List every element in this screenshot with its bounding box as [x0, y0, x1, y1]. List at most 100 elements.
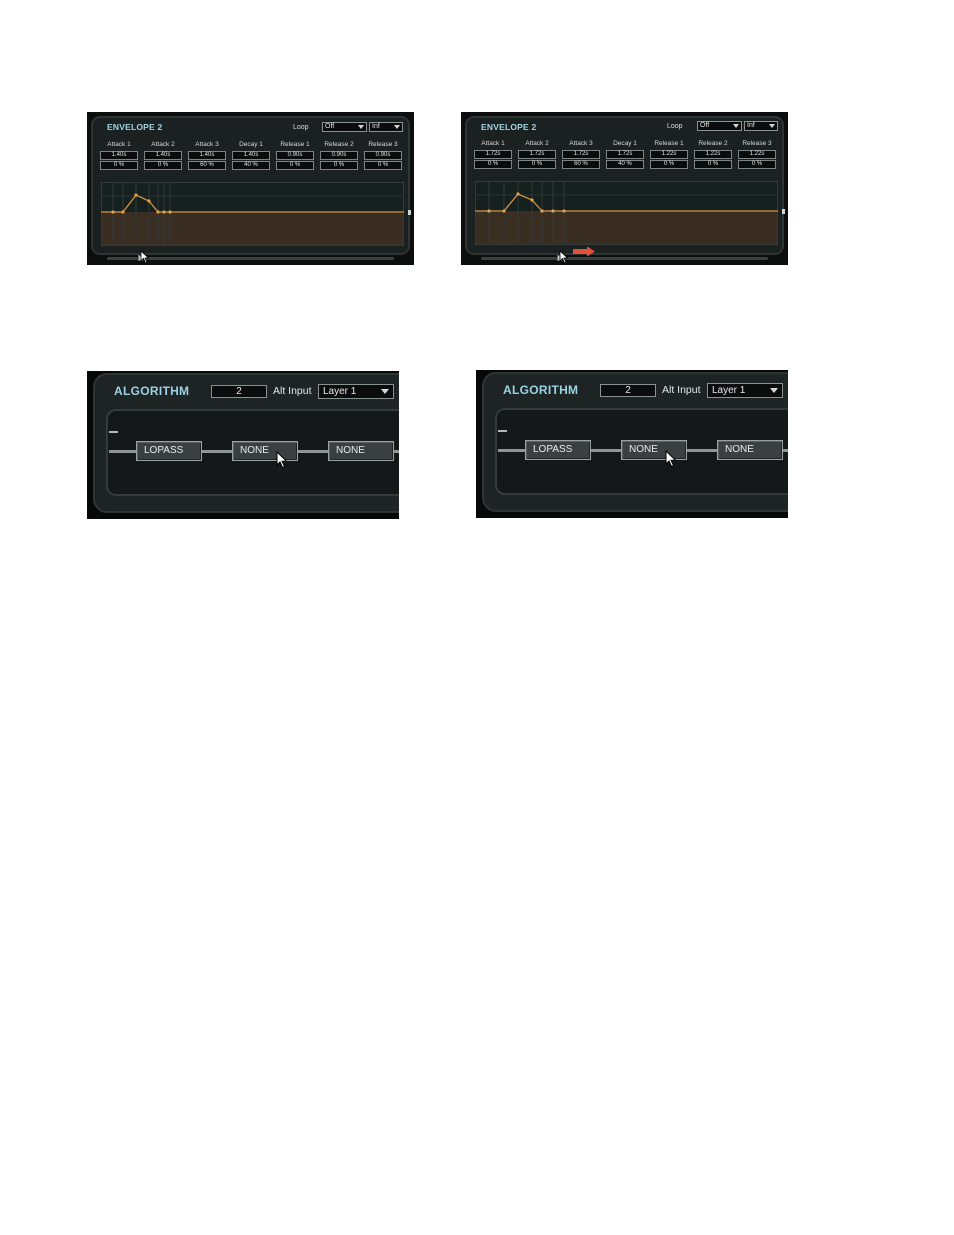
param-time-field[interactable]: 1.72s	[562, 150, 600, 159]
param-release-3: Release 3 0.90s 0 %	[363, 140, 403, 170]
param-time-field[interactable]: 1.40s	[100, 151, 138, 160]
mouse-cursor-icon	[276, 451, 288, 469]
loop-select-value: Off	[325, 123, 335, 130]
drag-right-arrow-icon	[573, 246, 595, 257]
param-attack-1: Attack 1 1.40s 0 %	[99, 140, 139, 170]
filter-block-1[interactable]: LOPASS	[136, 441, 202, 461]
param-level-field[interactable]: 0 %	[320, 161, 358, 170]
param-time-field[interactable]: 0.90s	[320, 151, 358, 160]
mouse-cursor-icon	[665, 450, 677, 468]
filter-block-1[interactable]: LOPASS	[525, 440, 591, 460]
loop-count-value: Inf	[372, 123, 380, 130]
param-decay-1: Decay 1 1.72s 40 %	[605, 139, 645, 169]
param-time-field[interactable]: 1.22s	[738, 150, 776, 159]
envelope-panel-right: ENVELOPE 2 Loop Off Inf Attack 1 1.72s 0…	[461, 112, 788, 265]
param-label: Release 2	[324, 141, 354, 148]
graph-end-marker	[782, 209, 785, 214]
param-level-field[interactable]: 0 %	[738, 160, 776, 169]
chevron-down-icon	[381, 389, 389, 394]
param-time-field[interactable]: 1.22s	[694, 150, 732, 159]
param-level-field[interactable]: 0 %	[694, 160, 732, 169]
param-release-1: Release 1 1.22s 0 %	[649, 139, 689, 169]
param-label: Attack 2	[151, 141, 175, 148]
param-label: Decay 1	[239, 141, 263, 148]
param-time-field[interactable]: 1.72s	[474, 150, 512, 159]
param-time-field[interactable]: 0.90s	[276, 151, 314, 160]
loop-count-select[interactable]: Inf	[744, 121, 778, 131]
envelope-scrollbar[interactable]	[107, 257, 394, 260]
param-label: Release 3	[742, 140, 772, 147]
graph-end-marker	[408, 210, 411, 215]
loop-count-select[interactable]: Inf	[369, 122, 403, 132]
param-time-field[interactable]: 0.90s	[364, 151, 402, 160]
chevron-down-icon	[733, 124, 739, 128]
param-level-field[interactable]: 0 %	[650, 160, 688, 169]
param-label: Release 3	[368, 141, 398, 148]
alt-input-label: Alt Input	[662, 384, 701, 396]
chevron-down-icon	[358, 125, 364, 129]
filter-block-3[interactable]: NONE	[328, 441, 394, 461]
envelope-scrollbar[interactable]	[481, 257, 768, 260]
param-level-field[interactable]: 0 %	[364, 161, 402, 170]
param-time-field[interactable]: 1.40s	[188, 151, 226, 160]
layer-select[interactable]: Layer 1	[318, 384, 394, 399]
param-level-field[interactable]: 60 %	[562, 160, 600, 169]
param-time-field[interactable]: 1.40s	[232, 151, 270, 160]
param-label: Release 1	[280, 141, 310, 148]
input-marker	[498, 430, 507, 432]
loop-select[interactable]: Off	[322, 122, 367, 132]
envelope-params: Attack 1 1.72s 0 % Attack 2 1.72s 0 % At…	[473, 139, 779, 173]
param-attack-3: Attack 3 1.40s 60 %	[187, 140, 227, 170]
algorithm-panel-left: ALGORITHM 2 Alt Input Layer 1 LOPASS NON…	[87, 371, 399, 519]
layer-select-value: Layer 1	[323, 386, 357, 397]
loop-select-value: Off	[700, 122, 710, 129]
param-label: Attack 1	[481, 140, 505, 147]
param-time-field[interactable]: 1.72s	[518, 150, 556, 159]
param-attack-2: Attack 2 1.72s 0 %	[517, 139, 557, 169]
param-level-field[interactable]: 0 %	[276, 161, 314, 170]
envelope-params: Attack 1 1.40s 0 % Attack 2 1.40s 0 % At…	[99, 140, 405, 174]
param-level-field[interactable]: 0 %	[144, 161, 182, 170]
param-level-field[interactable]: 0 %	[518, 160, 556, 169]
envelope-graph[interactable]	[101, 182, 404, 246]
algorithm-title: ALGORITHM	[503, 383, 579, 397]
param-label: Attack 2	[525, 140, 549, 147]
layer-select[interactable]: Layer 1	[707, 383, 783, 398]
param-attack-1: Attack 1 1.72s 0 %	[473, 139, 513, 169]
algorithm-panel-right: ALGORITHM 2 Alt Input Layer 1 LOPASS NON…	[476, 370, 788, 518]
filter-block-3[interactable]: NONE	[717, 440, 783, 460]
filter-block-2[interactable]: NONE	[621, 440, 687, 460]
param-level-field[interactable]: 0 %	[474, 160, 512, 169]
chevron-down-icon	[394, 125, 400, 129]
param-time-field[interactable]: 1.22s	[650, 150, 688, 159]
param-label: Release 1	[654, 140, 684, 147]
param-label: Attack 1	[107, 141, 131, 148]
param-release-2: Release 2 1.22s 0 %	[693, 139, 733, 169]
algorithm-number-field[interactable]: 2	[211, 385, 267, 398]
param-label: Release 2	[698, 140, 728, 147]
mouse-cursor-icon	[140, 250, 150, 264]
algorithm-number-field[interactable]: 2	[600, 384, 656, 397]
loop-count-value: Inf	[747, 122, 755, 129]
param-release-3: Release 3 1.22s 0 %	[737, 139, 777, 169]
param-attack-2: Attack 2 1.40s 0 %	[143, 140, 183, 170]
param-time-field[interactable]: 1.72s	[606, 150, 644, 159]
param-time-field[interactable]: 1.40s	[144, 151, 182, 160]
param-decay-1: Decay 1 1.40s 40 %	[231, 140, 271, 170]
param-label: Decay 1	[613, 140, 637, 147]
param-level-field[interactable]: 40 %	[606, 160, 644, 169]
param-level-field[interactable]: 60 %	[188, 161, 226, 170]
param-level-field[interactable]: 40 %	[232, 161, 270, 170]
param-label: Attack 3	[569, 140, 593, 147]
layer-select-value: Layer 1	[712, 385, 746, 396]
envelope-title: ENVELOPE 2	[107, 122, 163, 132]
loop-label: Loop	[667, 123, 683, 130]
loop-label: Loop	[293, 124, 309, 131]
param-label: Attack 3	[195, 141, 219, 148]
input-marker	[109, 431, 118, 433]
filter-block-2[interactable]: NONE	[232, 441, 298, 461]
envelope-graph[interactable]	[475, 181, 778, 245]
loop-select[interactable]: Off	[697, 121, 742, 131]
param-level-field[interactable]: 0 %	[100, 161, 138, 170]
param-attack-3: Attack 3 1.72s 60 %	[561, 139, 601, 169]
